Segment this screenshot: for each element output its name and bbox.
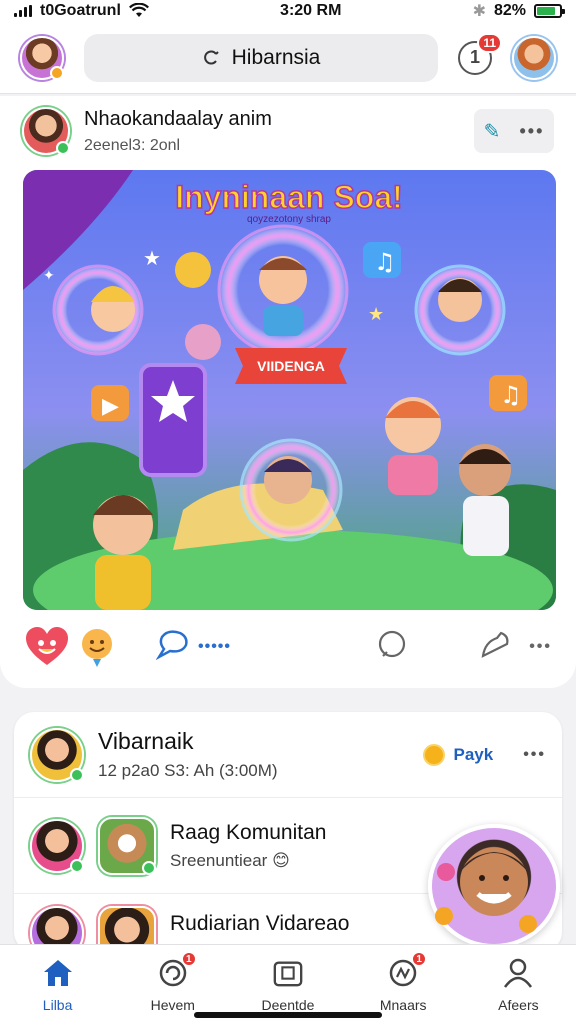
pay-button-label: Payk [453,744,494,764]
svg-text:★: ★ [143,246,161,270]
battery-icon [534,4,565,18]
post-header: Nhaokandaalay anim 2eenel3: 2onl ✎ ••• [0,96,576,166]
pay-button[interactable]: Payk [423,743,494,766]
image-title: Inyninaan Soa! [175,179,403,215]
online-status-dot [142,860,156,875]
camera-icon [272,957,304,989]
status-bar: t0Goatrunl 3:20 RM ✱ 82% [0,0,576,22]
post-author-avatar[interactable] [22,107,70,155]
more-options-icon[interactable]: ••• [529,638,552,656]
online-status-dot [56,141,70,155]
search-icon [203,50,219,64]
feed-item-text: Raag Komunitan Sreenuntiear 😊 [170,821,326,871]
wifi-icon [128,3,149,17]
feed-item[interactable]: Vibarnaik 12 p2a0 S3: Ah (3:00M) Payk ••… [14,712,562,798]
top-app-bar: Hibarnsia 1 11 [0,22,576,94]
nav-label: Deentde [261,997,315,1013]
svg-text:✦: ✦ [43,268,55,284]
share-icon[interactable] [479,630,511,665]
feed-item-title: Rudiarian Vidareao [170,912,350,935]
comment-icon[interactable] [155,629,190,666]
post-image[interactable]: ♫ ♫ ▶ ★ ★ ✦ Inyninaan Soa! qoyzezotony s… [23,170,556,610]
home-icon [42,957,74,989]
smile-reaction-icon[interactable] [76,624,122,670]
edit-icon[interactable]: ✎ [484,119,501,144]
love-reaction-icon[interactable] [24,624,70,670]
feed-item-title: Vibarnaik [98,728,194,754]
feed-item-subtitle: 12 p2a0 S3: Ah (3:00M) [98,761,278,780]
nav-badge: 1 [411,951,428,967]
chat-icon[interactable] [377,630,407,665]
feed-item-avatar[interactable] [98,816,156,875]
svg-text:♫: ♫ [500,381,522,409]
search-text: Hibarnsia [231,45,321,69]
floating-story-avatar[interactable] [428,824,560,948]
post-timestamp: 2eenel3: 2onl [84,136,181,154]
feed-item-text: Vibarnaik 12 p2a0 S3: Ah (3:00M) [98,728,278,781]
nav-label: Lilba [42,997,73,1013]
notifications-icon: 1 [469,47,480,67]
post-footer: ••••• ••• [24,622,552,672]
floating-avatar-art [435,848,537,933]
more-options-icon[interactable]: ••• [520,121,545,142]
svg-text:▶: ▶ [102,394,119,419]
home-indicator [194,1012,382,1018]
bluetooth-icon: ✱ [472,3,486,20]
post-options: ✎ ••• [474,109,554,153]
feed-item-avatar[interactable] [30,818,84,873]
notifications-button[interactable]: 1 11 [458,32,502,75]
post-author-name[interactable]: Nhaokandaalay anim [84,108,272,131]
svg-text:♫: ♫ [374,248,396,276]
image-subtitle: qoyzezotony shrap [247,214,331,225]
profile-avatar[interactable] [20,35,64,80]
image-banner: VIIDENGA [257,358,325,374]
online-status-dot [70,767,84,782]
battery-percent: 82% [493,2,526,19]
battery-level [537,7,556,15]
feed-item-text: Rudiarian Vidareao [170,906,349,936]
status-left: t0Goatrunl [14,2,149,20]
carrier-name: t0Goatrunl [40,2,121,19]
more-reactions-icon[interactable]: ••••• [198,638,231,656]
feed-item-title: Raag Komunitan [170,820,327,844]
signal-icon [14,5,32,17]
post-author-info: Nhaokandaalay anim 2eenel3: 2onl [84,108,272,155]
nav-label: Mnaars [379,997,427,1013]
more-options-icon[interactable]: ••• [523,746,546,764]
nav-label: Hevem [150,997,195,1013]
notification-badge: 11 [477,32,502,53]
search-bar[interactable]: Hibarnsia [84,33,438,82]
coin-icon [423,743,446,766]
online-status-dot [50,65,64,80]
online-status-dot [70,858,84,873]
nav-item-home[interactable]: Lilba [0,945,115,1024]
status-right: ✱ 82% [472,1,565,21]
feed-item-avatar[interactable] [30,727,84,782]
nav-label: Afeers [498,997,539,1013]
svg-text:★: ★ [368,304,384,325]
post-card: Nhaokandaalay anim 2eenel3: 2onl ✎ ••• ♫… [0,96,576,688]
profile-icon [502,957,534,989]
nav-item-afeers[interactable]: Afeers [461,945,576,1024]
activity-icon: 1 [387,951,428,989]
feed-item-subtitle: Sreenuntiear 😊 [170,850,290,870]
bottom-navigation: Lilba 1 Hevem Deentde 1 Mnaars Afeers [0,944,576,1024]
refresh-icon: 1 [157,951,197,989]
nav-badge: 1 [180,951,197,967]
account-avatar[interactable] [512,35,556,80]
status-time: 3:20 RM [280,2,342,19]
